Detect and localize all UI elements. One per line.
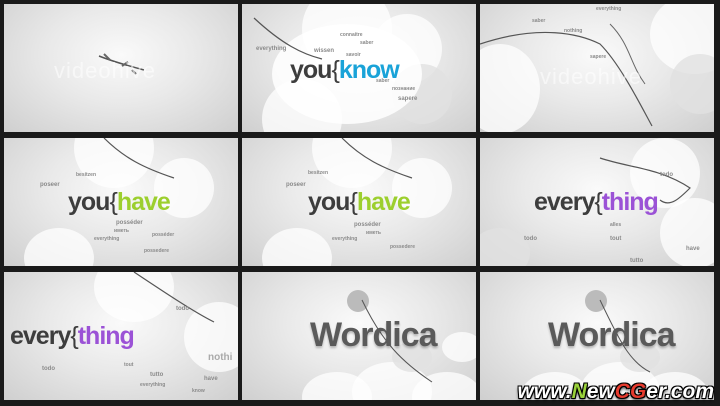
word: saber xyxy=(532,18,546,24)
contact-sheet: videohive wissen saber everything connai… xyxy=(0,0,720,406)
word: alles xyxy=(610,222,622,228)
word: tout xyxy=(124,362,134,368)
frame-2: wissen saber everything connaitre savoir… xyxy=(242,4,476,132)
frame-8: Wordica xyxy=(242,272,476,400)
title: you{have xyxy=(308,188,411,216)
word: tutto xyxy=(630,258,644,264)
word: possedere xyxy=(144,248,170,254)
word: posséder xyxy=(116,220,143,226)
word: tutto xyxy=(150,372,164,378)
brand-title: Wordica xyxy=(310,316,438,354)
word: tout xyxy=(610,236,622,242)
watermark: videohive xyxy=(540,64,642,89)
word: everything xyxy=(256,46,287,52)
word: everything xyxy=(94,236,120,242)
word: todo xyxy=(176,306,189,312)
word: possedere xyxy=(390,244,416,250)
frame-4: poseer besitzen posséder everything poss… xyxy=(4,138,238,266)
title: you{have xyxy=(68,188,171,216)
watermark: videohive xyxy=(54,58,156,83)
word: nothi xyxy=(208,352,233,363)
word: nothing xyxy=(564,28,583,34)
word: иметь xyxy=(114,228,130,234)
word: познание xyxy=(392,86,416,92)
frame-5: poseer besitzen posséder everything poss… xyxy=(242,138,476,266)
word: sapere xyxy=(590,54,607,60)
frame-7: todo nothi todo tout have everything tut… xyxy=(4,272,238,400)
word: connaitre xyxy=(340,32,363,38)
word: have xyxy=(686,246,700,252)
word: иметь xyxy=(366,230,382,236)
word: sapere xyxy=(398,96,418,102)
title: every{thing xyxy=(534,188,659,216)
word: everything xyxy=(596,6,622,12)
site-logo: www.NewCGer.com xyxy=(517,380,714,403)
word: besitzen xyxy=(308,170,329,176)
title: you{know xyxy=(290,56,400,84)
frame-1: videohive xyxy=(4,4,238,132)
word: saber xyxy=(360,40,374,46)
word: poseer xyxy=(40,182,60,188)
frame-6: todo todo tout alles have tutto every{th… xyxy=(480,138,714,266)
word: wissen xyxy=(314,48,335,54)
word: posséder xyxy=(354,222,381,228)
frame-3: everything saber sapere nothing videohiv… xyxy=(480,4,714,132)
word: everything xyxy=(140,382,166,388)
word: besitzen xyxy=(76,172,97,178)
word: know xyxy=(192,388,205,394)
word: have xyxy=(204,376,218,382)
title: every{thing xyxy=(10,322,135,350)
word: everything xyxy=(332,236,358,242)
word: todo xyxy=(660,172,673,178)
word: posséder xyxy=(152,232,175,238)
word: todo xyxy=(42,366,55,372)
brand-title: Wordica xyxy=(548,316,676,354)
word: poseer xyxy=(286,182,306,188)
word: todo xyxy=(524,236,537,242)
